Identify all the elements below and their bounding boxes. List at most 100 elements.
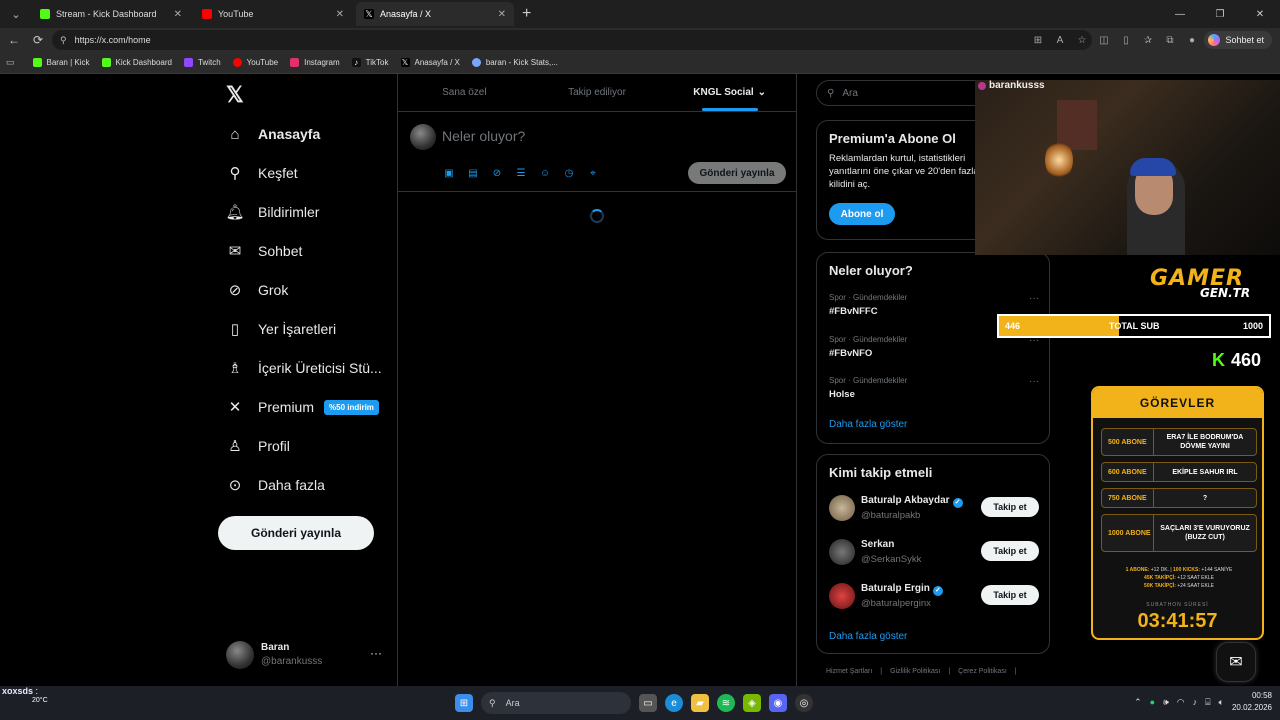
- tab-for-you[interactable]: Sana özel: [398, 74, 531, 111]
- subscribe-button[interactable]: Abone ol: [829, 203, 895, 225]
- bookmark-youtube[interactable]: YouTube: [232, 58, 278, 67]
- favorite-star-icon[interactable]: ☆: [1074, 32, 1090, 48]
- mic-icon[interactable]: ♪: [1193, 697, 1198, 707]
- terms-link[interactable]: Hizmet Şartları: [826, 668, 872, 675]
- follow-button[interactable]: Takip et: [981, 497, 1039, 517]
- cookie-link[interactable]: Çerez Politikası: [958, 668, 1007, 675]
- schedule-icon[interactable]: ◷: [562, 166, 576, 180]
- follow-suggestion[interactable]: Baturalp Ergin ✓ @baturalperginx Takip et: [829, 583, 1039, 613]
- minimize-button[interactable]: —: [1160, 0, 1200, 28]
- volume-icon[interactable]: 🔈︎: [1219, 697, 1224, 708]
- task-view-icon[interactable]: ▭: [639, 694, 657, 712]
- app-available-icon[interactable]: ⊞: [1030, 32, 1046, 48]
- refresh-button[interactable]: ⟳: [26, 28, 50, 52]
- url-field[interactable]: ⚲ https://x.com/home: [52, 30, 1092, 50]
- profile-name: Baran: [261, 642, 290, 653]
- copilot-button[interactable]: Sohbet et: [1204, 31, 1272, 49]
- messages-drawer-button[interactable]: ✉: [1216, 642, 1256, 682]
- nav-notifications[interactable]: 🔔︎ Bildirimler: [225, 198, 319, 226]
- tab-kick-dashboard[interactable]: Stream - Kick Dashboard ✕: [32, 2, 190, 26]
- split-screen-icon[interactable]: ▯: [1118, 32, 1134, 48]
- favorites-icon[interactable]: ✰: [1140, 32, 1156, 48]
- bookmark-x-home[interactable]: 𝕏 Anasayfa / X: [400, 58, 460, 67]
- close-icon[interactable]: ✕: [174, 9, 182, 20]
- taskbar-search[interactable]: ⚲ Ara: [481, 692, 631, 714]
- youtube-favicon-icon: [202, 9, 212, 19]
- privacy-link[interactable]: Gizlilik Politikası: [890, 668, 940, 675]
- x-logo-icon[interactable]: 𝕏: [226, 82, 244, 108]
- network-icon[interactable]: ⌸: [1205, 697, 1210, 708]
- bookmark-tiktok[interactable]: ♪ TikTok: [351, 58, 389, 67]
- tab-kngl-social[interactable]: KNGL Social ⌄: [663, 74, 796, 111]
- trend-item[interactable]: Spor · Gündemdekiler Holse ···: [829, 376, 1039, 400]
- bookmark-kick-dashboard[interactable]: Kick Dashboard: [101, 58, 172, 67]
- tab-youtube[interactable]: YouTube ✕: [194, 2, 352, 26]
- close-icon[interactable]: ✕: [336, 9, 344, 20]
- bookmark-instagram[interactable]: Instagram: [290, 58, 340, 67]
- account-switcher[interactable]: Baran @barankusss ···: [226, 640, 396, 670]
- emoji-icon[interactable]: ☺: [538, 166, 552, 180]
- nav-home[interactable]: ⌂ Anasayfa: [226, 120, 320, 148]
- file-explorer-icon[interactable]: ▰: [691, 694, 709, 712]
- close-icon[interactable]: ✕: [498, 9, 506, 20]
- compose-post-button[interactable]: Gönderi yayınla: [688, 162, 786, 184]
- bookmark-kick-stats[interactable]: baran - Kick Stats,...: [471, 58, 558, 67]
- nav-profile[interactable]: ♙ Profil: [226, 432, 290, 460]
- status-dot-icon[interactable]: ●: [1150, 697, 1155, 707]
- audio-icon[interactable]: 🕪︎: [1163, 697, 1169, 708]
- new-tab-button[interactable]: +: [522, 5, 531, 23]
- nav-bookmarks[interactable]: ▯ Yer İşaretleri: [226, 315, 336, 343]
- more-dots-icon[interactable]: ···: [370, 646, 382, 660]
- tray-chevron-icon[interactable]: ⌃: [1134, 697, 1142, 708]
- discord-icon[interactable]: ◉: [769, 694, 787, 712]
- wifi-icon[interactable]: ◠: [1177, 697, 1185, 708]
- divider: |: [880, 668, 883, 675]
- avatar: [829, 539, 855, 565]
- extensions-icon[interactable]: ◫: [1096, 32, 1112, 48]
- nav-messages[interactable]: ✉ Sohbet: [226, 237, 303, 265]
- spotify-icon[interactable]: ≋: [717, 694, 735, 712]
- close-window-button[interactable]: ✕: [1240, 0, 1280, 28]
- edge-icon[interactable]: e: [665, 694, 683, 712]
- nav-more[interactable]: ⊙ Daha fazla: [226, 471, 325, 499]
- weather-widget[interactable]: 20°C: [2, 696, 48, 706]
- read-aloud-icon[interactable]: A: [1052, 32, 1068, 48]
- kick-follower-count: K 460: [1212, 350, 1262, 370]
- nav-creator-studio[interactable]: ♗ İçerik Üreticisi Stü...: [226, 354, 381, 382]
- windows-start-icon[interactable]: ⊞: [455, 694, 473, 712]
- trends-show-more-link[interactable]: Daha fazla göster: [829, 419, 907, 430]
- tab-x-home[interactable]: 𝕏 Anasayfa / X ✕: [356, 2, 514, 26]
- maximize-button[interactable]: ❐: [1200, 0, 1240, 28]
- compose-input[interactable]: Neler oluyor?: [442, 128, 525, 144]
- gif-icon[interactable]: ▤: [466, 166, 480, 180]
- bookmarks-menu-icon[interactable]: ▭: [6, 57, 15, 68]
- follow-button[interactable]: Takip et: [981, 585, 1039, 605]
- tab-actions-menu[interactable]: ⌄: [4, 4, 28, 24]
- bookmark-twitch[interactable]: Twitch: [183, 58, 221, 67]
- follow-suggestion[interactable]: Baturalp Akbaydar ✓ @baturalpakb Takip et: [829, 495, 1039, 525]
- tab-following[interactable]: Takip ediliyor: [531, 74, 664, 111]
- address-bar-actions: ⊞ A ☆ ◫ ▯ ✰ ⧉ ● ⋯: [1030, 32, 1222, 48]
- obs-icon[interactable]: ◎: [795, 694, 813, 712]
- grok-icon[interactable]: ⊘: [490, 166, 504, 180]
- poll-icon[interactable]: ☰: [514, 166, 528, 180]
- site-info-icon[interactable]: ⚲: [60, 35, 67, 46]
- follow-button[interactable]: Takip et: [981, 541, 1039, 561]
- nav-grok[interactable]: ⊘ Grok: [226, 276, 289, 304]
- back-button[interactable]: ←: [2, 28, 26, 52]
- profile-avatar-icon[interactable]: ●: [1184, 32, 1200, 48]
- more-dots-icon[interactable]: ···: [1029, 293, 1039, 304]
- location-icon[interactable]: ⌖: [586, 166, 600, 180]
- nvidia-icon[interactable]: ◈: [743, 694, 761, 712]
- more-dots-icon[interactable]: ···: [1029, 376, 1039, 387]
- nav-premium[interactable]: ✕ Premium %50 indirim: [226, 393, 379, 421]
- nav-explore[interactable]: ⚲ Keşfet: [226, 159, 298, 187]
- post-button[interactable]: Gönderi yayınla: [218, 516, 374, 550]
- follow-suggestion[interactable]: Serkan @SerkanSykk Takip et: [829, 539, 1039, 569]
- collections-icon[interactable]: ⧉: [1162, 32, 1178, 48]
- media-icon[interactable]: ▣: [442, 166, 456, 180]
- bookmark-baran-kick[interactable]: Baran | Kick: [32, 58, 90, 67]
- clock[interactable]: 00:58 20.02.2026: [1232, 690, 1272, 714]
- trend-item[interactable]: Spor · Gündemdekiler #FBvNFO ···: [829, 335, 1039, 359]
- follow-show-more-link[interactable]: Daha fazla göster: [829, 631, 907, 642]
